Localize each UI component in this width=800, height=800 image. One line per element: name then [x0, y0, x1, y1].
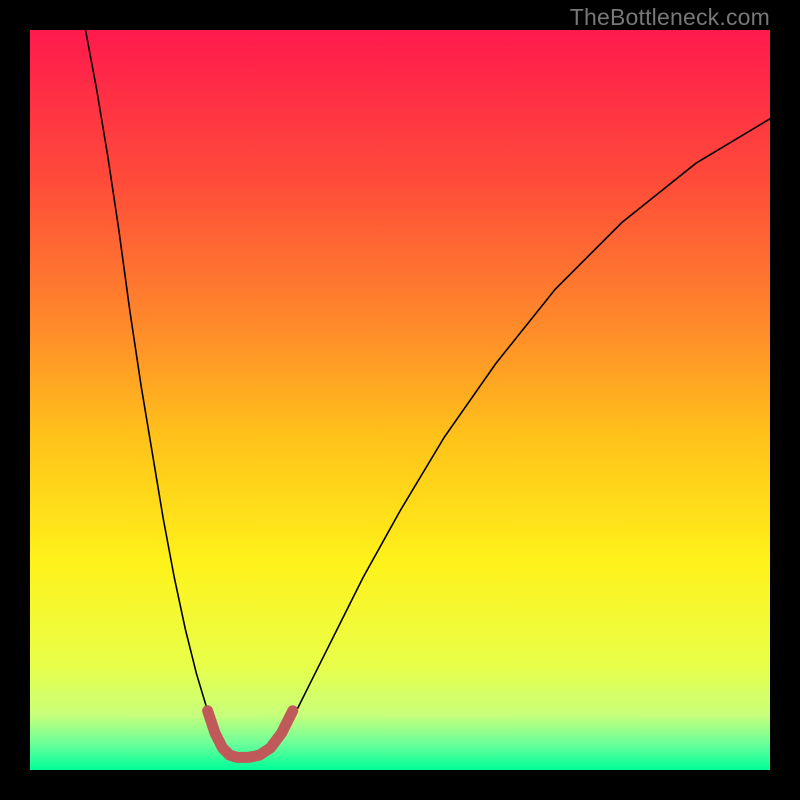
watermark-text: TheBottleneck.com: [570, 4, 770, 31]
chart-svg: [30, 30, 770, 770]
plot-background: [30, 30, 770, 770]
chart-frame: TheBottleneck.com: [0, 0, 800, 800]
plot-area: [30, 30, 770, 770]
